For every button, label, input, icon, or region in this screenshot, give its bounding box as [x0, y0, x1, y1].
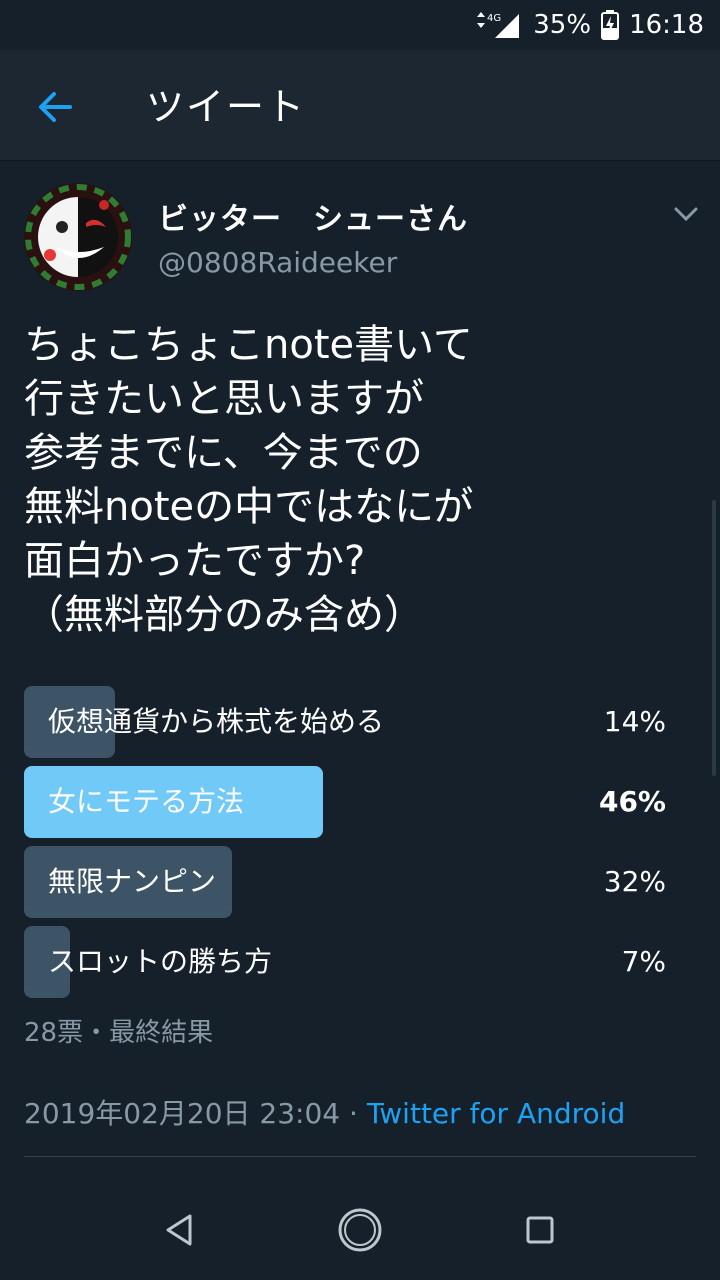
- circle-home-icon: [338, 1208, 382, 1252]
- clock: 16:18: [629, 10, 704, 40]
- timestamp: 2019年02月20日 23:04: [24, 1097, 341, 1130]
- signal-icon: 4G: [477, 12, 520, 38]
- poll-option: 女にモテる方法 46%: [24, 766, 674, 840]
- status-indicators: 4G 35% 16:18: [473, 0, 704, 50]
- source-link[interactable]: Twitter for Android: [367, 1097, 625, 1130]
- poll-option-percent: 14%: [603, 705, 666, 738]
- poll-option: スロットの勝ち方 7%: [24, 926, 674, 1000]
- poll-option-label: 無限ナンピン: [48, 865, 217, 898]
- page-title: ツイート: [146, 85, 307, 129]
- poll-option-label: 女にモテる方法: [48, 785, 245, 818]
- tweet-menu-button[interactable]: [672, 202, 700, 226]
- avatar[interactable]: [24, 183, 132, 291]
- nav-recents-button[interactable]: [512, 1202, 568, 1258]
- poll-option-percent: 32%: [603, 865, 666, 898]
- poll-option-label: 仮想通貨から株式を始める: [48, 705, 385, 738]
- triangle-back-icon: [166, 1214, 192, 1246]
- nav-back-button[interactable]: [152, 1202, 208, 1258]
- poll-option-label: スロットの勝ち方: [48, 945, 273, 978]
- back-button[interactable]: [30, 82, 80, 132]
- battery-percent: 35%: [533, 10, 592, 40]
- display-name[interactable]: ビッター シューさん: [158, 194, 468, 238]
- user-handle[interactable]: @0808Raideeker: [158, 246, 397, 279]
- app-bar: ツイート: [0, 50, 720, 161]
- poll-option-percent: 46%: [598, 785, 666, 818]
- meta-separator: ·: [340, 1097, 367, 1130]
- tweet-text: ちょこちょこnote書いて 行きたいと思いますが 参考までに、今までの 無料no…: [24, 318, 684, 642]
- tweet-text-line: （無料部分のみ含め）: [24, 592, 424, 638]
- nav-home-button[interactable]: [332, 1202, 388, 1258]
- scrollbar[interactable]: [712, 500, 716, 776]
- tweet-text-line: 行きたいと思いますが: [24, 376, 424, 422]
- tweet-text-line: 面白かったですか?: [24, 538, 366, 584]
- battery-charging-icon: [601, 10, 620, 40]
- poll-option: 仮想通貨から株式を始める 14%: [24, 686, 674, 760]
- tweet-text-line: ちょこちょこnote書いて: [24, 322, 473, 368]
- arrow-left-icon: [39, 92, 72, 122]
- profile-image: [24, 183, 132, 291]
- divider: [24, 1156, 696, 1157]
- status-bar: 4G 35% 16:18: [0, 0, 720, 50]
- network-type: 4G: [487, 13, 501, 24]
- chevron-down-icon: [674, 207, 698, 222]
- poll-option-percent: 7%: [621, 945, 666, 978]
- system-nav-bar: [0, 1180, 720, 1280]
- square-recents-icon: [526, 1216, 554, 1244]
- tweet-text-line: 無料noteの中ではなにが: [24, 484, 474, 530]
- poll-option: 無限ナンピン 32%: [24, 846, 674, 920]
- poll: 仮想通貨から株式を始める 14% 女にモテる方法 46% 無限ナンピン 32% …: [24, 686, 684, 1006]
- tweet-text-line: 参考までに、今までの: [24, 430, 423, 476]
- poll-summary: 28票・最終結果: [24, 1018, 214, 1048]
- tweet-meta: 2019年02月20日 23:04 · Twitter for Android: [24, 1092, 625, 1132]
